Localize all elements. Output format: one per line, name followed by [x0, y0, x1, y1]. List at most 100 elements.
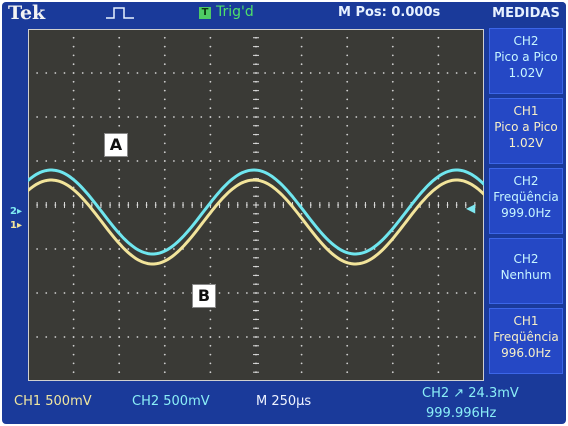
grid-dot: [391, 371, 394, 374]
grid-dot: [300, 80, 303, 83]
grid-dot: [209, 80, 212, 83]
grid-dot: [36, 116, 39, 118]
grid-dot: [300, 318, 303, 321]
grid-dot: [72, 124, 75, 127]
grid-dot: [455, 248, 458, 250]
grid-dot: [90, 72, 93, 74]
grid-dot: [90, 116, 93, 118]
grid-dot: [346, 283, 349, 286]
grid-dot: [346, 256, 349, 259]
grid-dot: [346, 63, 349, 66]
grid-dot: [473, 116, 476, 118]
grid-dot: [209, 89, 212, 92]
grid-dot: [72, 274, 75, 277]
grid-dot: [391, 124, 394, 127]
grid-dot: [109, 336, 111, 338]
grid-dot: [300, 283, 303, 286]
grid-dot: [355, 336, 358, 338]
grid-dot: [346, 344, 349, 347]
grid-dot: [401, 116, 403, 118]
grid-dot: [455, 72, 458, 74]
grid-dot: [391, 292, 394, 294]
grid-dot: [72, 195, 75, 198]
grid-dot: [145, 116, 148, 118]
grid-dot: [364, 160, 367, 162]
grid-dot: [218, 336, 221, 338]
grid-dot: [446, 160, 449, 162]
grid-dot: [391, 221, 394, 224]
grid-dot: [118, 124, 121, 127]
grid-dot: [227, 292, 230, 294]
grid-dot: [127, 116, 130, 118]
measure-item-ch1-peak-to-peak[interactable]: CH1 Pico a Pico 1.02V: [489, 98, 563, 164]
grid-dot: [209, 151, 212, 154]
grid-dot: [209, 195, 212, 198]
grid-dot: [72, 142, 75, 145]
grid-dot: [410, 336, 412, 338]
measure-item-ch2-peak-to-peak[interactable]: CH2 Pico a Pico 1.02V: [489, 28, 563, 94]
grid-dot: [346, 292, 349, 294]
grid-dot: [437, 371, 440, 374]
grid-dot: [437, 248, 440, 250]
grid-dot: [309, 116, 312, 118]
grid-dot: [410, 116, 412, 118]
grid-dot: [300, 168, 303, 171]
grid-dot: [200, 72, 203, 74]
grid-dot: [446, 72, 449, 74]
grid-dot: [437, 45, 440, 48]
grid-dot: [264, 336, 267, 338]
grid-dot: [136, 292, 139, 294]
grid-dot: [209, 344, 212, 347]
measure-item-ch1-frequency[interactable]: CH1 Freqüência 996.0Hz: [489, 308, 563, 374]
grid-dot: [136, 116, 139, 118]
grid-dot: [209, 98, 212, 101]
grid-dot: [209, 36, 212, 39]
grid-dot: [209, 371, 212, 374]
grid-dot: [163, 318, 166, 321]
grid-dot: [437, 142, 440, 145]
grid-dot: [90, 336, 93, 338]
top-status-bar: Tek T Trig'd M Pos: 0.000s: [2, 2, 482, 24]
grid-dot: [45, 292, 48, 294]
grid-dot: [136, 72, 139, 74]
grid-dot: [209, 221, 212, 224]
grid-dot: [391, 36, 394, 39]
grid-dot: [72, 116, 75, 118]
grid-dot: [273, 160, 276, 162]
grid-dot: [163, 63, 166, 66]
grid-dot: [300, 256, 303, 259]
grid-dot: [109, 248, 111, 250]
grid-dot: [300, 72, 303, 74]
grid-dot: [209, 133, 212, 136]
measure-item-ch2-none[interactable]: CH2 Nenhum: [489, 238, 563, 304]
grid-dot: [300, 107, 303, 110]
grid-dot: [328, 72, 330, 74]
grid-dot: [54, 160, 57, 162]
grid-dot: [300, 98, 303, 101]
grid-dot: [209, 177, 212, 180]
grid-dot: [72, 98, 75, 101]
grid-dot: [337, 160, 339, 162]
grid-dot: [245, 248, 248, 250]
grid-dot: [118, 89, 121, 92]
grid-dot: [346, 362, 349, 365]
grid-dot: [218, 160, 221, 162]
grid-dot: [209, 168, 212, 171]
grid-dot: [318, 336, 321, 338]
grid-dot: [410, 248, 412, 250]
grid-dot: [419, 336, 422, 338]
grid-dot: [118, 300, 121, 303]
grid-dot: [118, 221, 121, 224]
grid-dot: [337, 336, 339, 338]
grid-dot: [346, 36, 349, 39]
trigger-status: Trig'd: [216, 4, 254, 20]
grid-dot: [163, 124, 166, 127]
grid-dot: [391, 256, 394, 259]
grid-dot: [182, 160, 184, 162]
measure-item-ch2-frequency[interactable]: CH2 Freqüência 999.0Hz: [489, 168, 563, 234]
grid-dot: [163, 283, 166, 286]
grid-dot: [346, 186, 349, 189]
grid-dot: [300, 54, 303, 57]
grid-dot: [72, 160, 75, 162]
grid-dot: [419, 160, 422, 162]
